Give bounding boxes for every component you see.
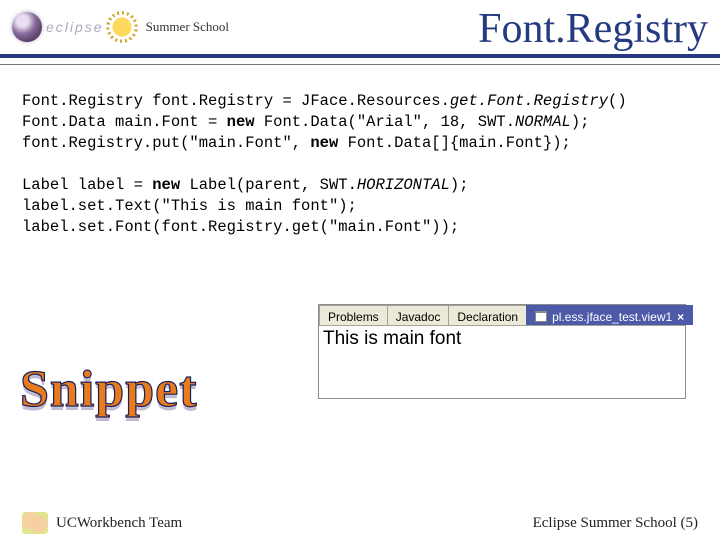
code-keyword: new [152,176,180,194]
tab-javadoc[interactable]: Javadoc [387,305,450,325]
code-text: Label label = [22,176,152,194]
view-tabstrip: Problems Javadoc Declaration pl.ess.jfac… [319,305,685,326]
team-icon [22,512,48,534]
sun-icon [110,15,134,39]
code-text: Font.Registry font.Registry = JFace.Reso… [22,92,450,110]
code-text: HORIZONTAL [357,176,450,194]
code-text: ); [571,113,590,131]
code-keyword: new [310,134,338,152]
code-text: get.Font.Registry [450,92,608,110]
footer-left-text: UCWorkbench Team [56,515,182,532]
code-text: Font.Data main.Font = [22,113,227,131]
code-keyword: new [227,113,255,131]
view-icon [535,311,547,322]
eclipse-view-panel: Problems Javadoc Declaration pl.ess.jfac… [318,304,686,399]
tab-active-view[interactable]: pl.ess.jface_test.view1 × [526,305,693,325]
code-text: Font.Data[]{main.Font}); [338,134,571,152]
tab-active-label: pl.ess.jface_test.view1 [552,310,672,324]
code-text: () [608,92,627,110]
code-text: label.set.Font(font.Registry.get("main.F… [22,218,459,236]
close-icon[interactable]: × [677,310,684,324]
page-title: Font.Registry [478,5,708,53]
view-body: This is main font [319,326,685,398]
code-text: NORMAL [515,113,571,131]
code-text: label.set.Text("This is main font"); [22,197,357,215]
summer-school-label: Summer School [146,19,229,35]
eclipse-ball-icon [12,12,42,42]
footer-left: UCWorkbench Team [22,512,182,534]
code-block: Font.Registry font.Registry = JFace.Reso… [22,91,720,237]
code-text: Font.Data("Arial", 18, SWT. [255,113,515,131]
header-left: eclipse Summer School [12,12,229,42]
footer-right-text: Eclipse Summer School (5) [533,515,698,532]
code-text: ); [450,176,469,194]
code-text: Label(parent, SWT. [180,176,357,194]
tab-declaration[interactable]: Declaration [448,305,527,325]
tab-problems[interactable]: Problems [319,305,388,325]
footer: UCWorkbench Team Eclipse Summer School (… [0,512,720,534]
snippet-wordart: Snippet [20,360,198,419]
divider [0,64,720,65]
code-text: font.Registry.put("main.Font", [22,134,310,152]
eclipse-logo: eclipse [12,12,104,42]
header-bar: eclipse Summer School Font.Registry [0,0,720,58]
eclipse-text: eclipse [46,19,104,35]
